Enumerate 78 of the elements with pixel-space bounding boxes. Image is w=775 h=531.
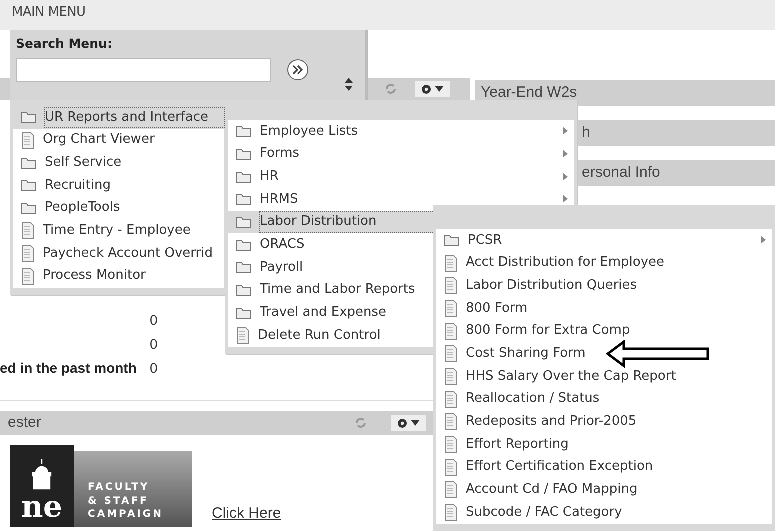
folder-icon	[236, 260, 252, 274]
settings-menu-button[interactable]	[391, 415, 426, 431]
search-go-icon[interactable]	[287, 58, 309, 81]
page-icon	[444, 504, 458, 522]
stat-label: ed in the past month	[0, 360, 137, 376]
menu-item[interactable]: Reallocation / Status	[436, 388, 772, 410]
pagelet-title: ester	[8, 412, 42, 433]
menu-item[interactable]: Process Monitor	[13, 264, 224, 288]
menu-item[interactable]: Cost Sharing Form	[436, 342, 772, 366]
menu-item[interactable]: HR	[228, 165, 574, 188]
folder-icon	[21, 156, 37, 170]
folder-icon	[236, 238, 252, 252]
menu-item[interactable]: Acct Distribution for Employee	[436, 252, 772, 274]
folder-icon	[21, 110, 37, 124]
menu-item[interactable]: Org Chart Viewer	[13, 128, 224, 152]
page-icon	[444, 458, 458, 476]
page-icon	[444, 277, 458, 294]
folder-icon	[21, 178, 37, 192]
page-icon	[444, 368, 458, 385]
folder-icon	[236, 124, 252, 138]
folder-icon	[236, 170, 252, 184]
page-icon	[444, 345, 458, 362]
click-here-link[interactable]: Click Here	[212, 502, 282, 525]
menu-item[interactable]: Employee Lists	[228, 120, 574, 143]
folder-icon	[236, 306, 252, 320]
page-icon	[444, 436, 458, 454]
menu-item[interactable]: Effort Reporting	[436, 433, 772, 456]
page-icon	[21, 132, 35, 149]
logo-text: ne	[22, 493, 62, 523]
caret-icon	[435, 86, 444, 92]
settings-menu-button[interactable]	[415, 81, 450, 97]
menu-item[interactable]: Account Cd / FAO Mapping	[436, 478, 772, 502]
banner-text: & STAFF	[88, 494, 150, 508]
pagelet-title: ersonal Info	[582, 164, 660, 181]
menu-item[interactable]: HRMS	[228, 188, 574, 211]
page-icon	[444, 254, 458, 272]
pagelet-title: Year-End W2s	[481, 84, 578, 101]
page-icon	[21, 244, 35, 262]
menu-item[interactable]: PeopleTools	[13, 196, 224, 220]
menu-item[interactable]: Subcode / FAC Category	[436, 501, 772, 524]
menu-item[interactable]: Self Service	[13, 151, 224, 174]
menu-title[interactable]: MAIN MENU	[12, 5, 86, 20]
folder-icon	[236, 147, 252, 162]
banner-text: CAMPAIGN	[88, 508, 164, 522]
search-label: Search Menu:	[16, 35, 114, 53]
menu-item[interactable]: Paycheck Account Overrid	[13, 242, 224, 265]
menu-item[interactable]: Redeposits and Prior-2005	[436, 410, 772, 434]
menu-item[interactable]: Time Entry - Employee	[13, 219, 224, 242]
pagelet-title: h	[582, 124, 590, 141]
menu-item[interactable]: UR Reports and Interface	[13, 106, 224, 129]
menu-item[interactable]: 800 Form for Extra Comp	[436, 320, 772, 342]
folder-icon	[236, 192, 252, 206]
search-field[interactable]	[16, 58, 271, 82]
page-icon	[444, 413, 458, 430]
page-icon	[444, 322, 458, 340]
stat-value: 0	[150, 335, 158, 352]
page-icon	[444, 481, 458, 498]
page-icon	[21, 222, 35, 240]
menu-item[interactable]: Forms	[228, 142, 574, 166]
sort-icon[interactable]	[345, 78, 353, 91]
page-icon	[236, 327, 250, 344]
menu-item[interactable]: Effort Certification Exception	[436, 456, 772, 479]
folder-icon	[236, 215, 252, 230]
menu-item[interactable]: HHS Salary Over the Cap Report	[436, 365, 772, 388]
folder-icon	[236, 283, 252, 298]
stat-value: 0	[150, 359, 158, 376]
menu-item[interactable]: Recruiting	[13, 174, 224, 197]
folder-icon	[21, 201, 37, 216]
gear-icon	[397, 418, 408, 428]
banner-text: FACULTY	[88, 481, 151, 494]
stat-value: 0	[150, 311, 158, 328]
gear-icon	[421, 84, 432, 94]
menu-item[interactable]: Labor Distribution Queries	[436, 274, 772, 298]
page-icon	[444, 300, 458, 317]
menu-item[interactable]: 800 Form	[436, 297, 772, 320]
caret-icon	[411, 420, 420, 426]
page-icon	[21, 268, 35, 285]
page-icon	[444, 390, 458, 408]
